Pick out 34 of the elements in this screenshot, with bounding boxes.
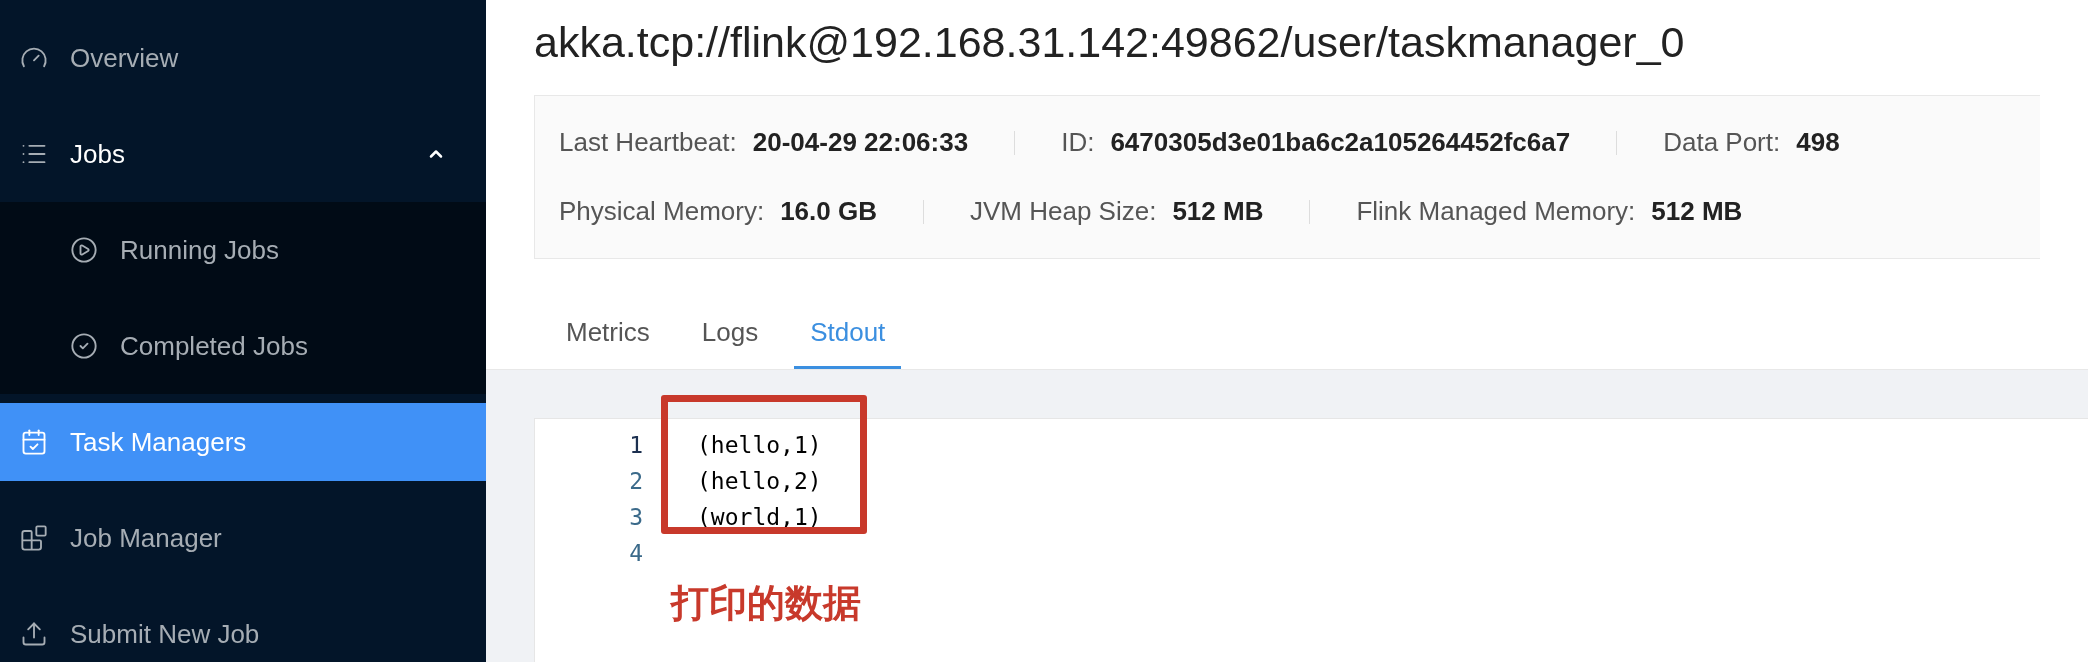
tab[interactable]: Metrics: [550, 299, 666, 369]
info-label: Last Heartbeat:: [559, 126, 737, 159]
info-label: Data Port:: [1663, 126, 1781, 159]
tab[interactable]: Logs: [685, 299, 775, 369]
info-value: 512 MB: [1651, 195, 1743, 228]
info-label: JVM Heap Size:: [970, 195, 1157, 228]
sidebar-item[interactable]: Job Manager: [0, 490, 486, 586]
blocks-icon: [20, 524, 48, 552]
sidebar-item[interactable]: Submit New Job: [0, 586, 486, 662]
line-number: 1: [628, 430, 643, 460]
info-label: Physical Memory:: [559, 195, 765, 228]
check-circle-icon: [70, 332, 98, 360]
play-circle-icon: [70, 236, 98, 264]
line-number: 3: [628, 502, 643, 532]
upload-icon: [20, 620, 48, 648]
line-number: 4: [628, 538, 643, 568]
sidebar-item[interactable]: Overview: [0, 10, 486, 106]
line-number: 2: [628, 466, 643, 496]
code-line: (hello,1): [697, 430, 822, 460]
page-title: akka.tcp://flink@192.168.31.142:49862/user/taskmanager_0: [534, 17, 1686, 68]
annotation-text: 打印的数据: [671, 581, 862, 626]
code-line: (world,1): [697, 502, 822, 532]
info-label: Flink Managed Memory:: [1356, 195, 1636, 228]
info-value: 6470305d3e01ba6c2a105264452fc6a7: [1110, 126, 1571, 159]
code-line: (hello,2): [697, 466, 822, 496]
sidebar-item[interactable]: Completed Jobs: [0, 298, 486, 394]
info-value: 512 MB: [1172, 195, 1264, 228]
sidebar-item[interactable]: Jobs: [0, 106, 486, 202]
calendar-icon: [20, 428, 48, 456]
info-label: ID:: [1061, 126, 1095, 159]
info-value: 498: [1796, 126, 1840, 159]
sidebar-item[interactable]: Running Jobs: [0, 202, 486, 298]
info-value: 16.0 GB: [780, 195, 877, 228]
info-value: 20-04-29 22:06:33: [752, 126, 969, 159]
